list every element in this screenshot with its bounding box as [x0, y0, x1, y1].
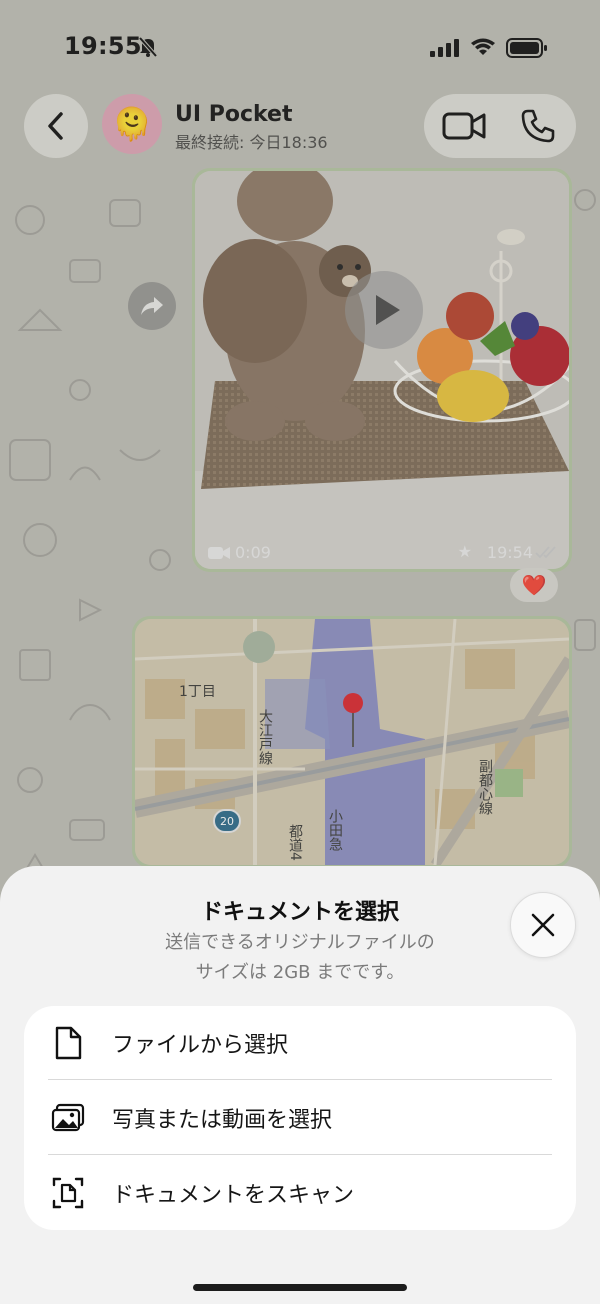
- file-icon: [50, 1025, 86, 1061]
- option-choose-photo-video[interactable]: 写真または動画を選択: [24, 1081, 576, 1155]
- close-button[interactable]: [510, 892, 576, 958]
- option-label: ドキュメントをスキャン: [112, 1183, 355, 1208]
- option-label: 写真または動画を選択: [112, 1108, 333, 1133]
- sheet-subtitle-line2: サイズは 2GB までです。: [195, 962, 405, 983]
- option-choose-file[interactable]: ファイルから選択: [24, 1006, 576, 1080]
- divider: [48, 1154, 552, 1155]
- divider: [48, 1079, 552, 1080]
- close-icon: [531, 913, 555, 937]
- document-picker-sheet: ドキュメントを選択 送信できるオリジナルファイルの サイズは 2GB までです。…: [0, 866, 600, 1304]
- scan-document-icon: [50, 1175, 86, 1211]
- document-options-list: ファイルから選択 写真または動画を選択 ドキュメントをスキャン: [24, 1006, 576, 1230]
- option-scan-document[interactable]: ドキュメントをスキャン: [24, 1156, 576, 1230]
- photo-icon: [50, 1100, 86, 1136]
- home-indicator[interactable]: [193, 1284, 407, 1291]
- option-label: ファイルから選択: [112, 1033, 289, 1058]
